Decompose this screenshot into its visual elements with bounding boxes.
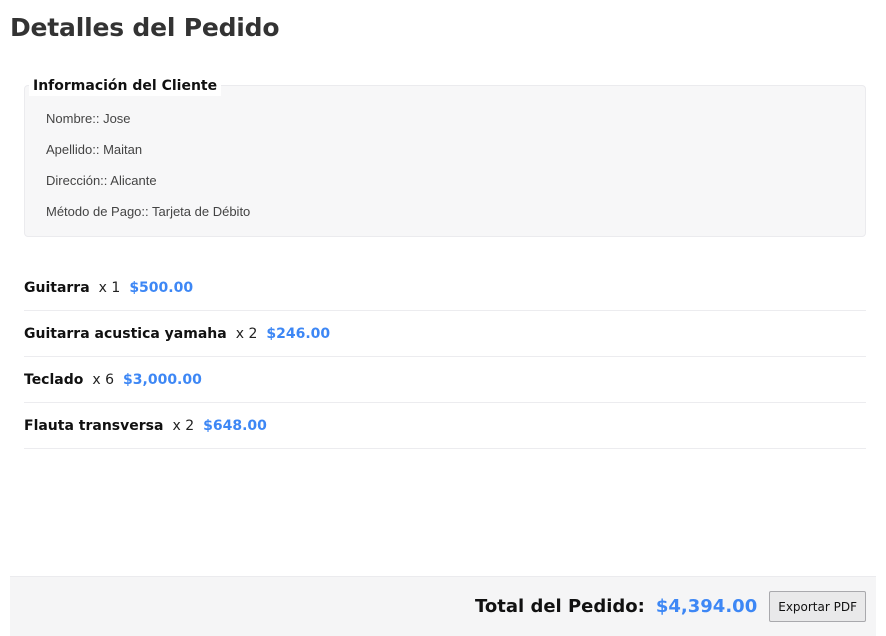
list-item: Flauta transversa x 2 $648.00 [24,403,866,449]
item-price: $246.00 [266,325,331,342]
order-items-list: Guitarra x 1 $500.00 Guitarra acustica y… [24,265,866,449]
item-name: Teclado [24,371,84,388]
total-value: $4,394.00 [655,596,758,617]
item-price: $648.00 [203,417,267,434]
page-title: Detalles del Pedido [10,13,280,42]
item-name: Flauta transversa [24,417,164,434]
item-price: $3,000.00 [123,371,202,388]
customer-info-legend: Información del Cliente [29,76,222,96]
list-item: Guitarra x 1 $500.00 [24,265,866,311]
item-quantity: x 2 [235,325,258,342]
customer-name-line: Nombre:: Jose [46,111,131,126]
total-label: Total del Pedido: [475,596,645,617]
item-name: Guitarra acustica yamaha [24,325,227,342]
list-item: Guitarra acustica yamaha x 2 $246.00 [24,311,866,357]
customer-payment-line: Método de Pago:: Tarjeta de Débito [46,204,251,219]
customer-surname-line: Apellido:: Maitan [46,142,143,157]
order-total-footer: Total del Pedido: $4,394.00 Exportar PDF [10,576,876,636]
item-quantity: x 6 [92,371,115,388]
export-pdf-button[interactable]: Exportar PDF [769,591,866,622]
customer-address-line: Dirección:: Alicante [46,173,157,188]
customer-info-panel: Información del Cliente Nombre:: Jose Ap… [24,76,866,237]
order-details-page: Detalles del Pedido Información del Clie… [0,0,886,636]
item-name: Guitarra [24,279,90,296]
list-item: Teclado x 6 $3,000.00 [24,357,866,403]
item-quantity: x 1 [98,279,121,296]
item-price: $500.00 [129,279,194,296]
item-quantity: x 2 [172,417,195,434]
